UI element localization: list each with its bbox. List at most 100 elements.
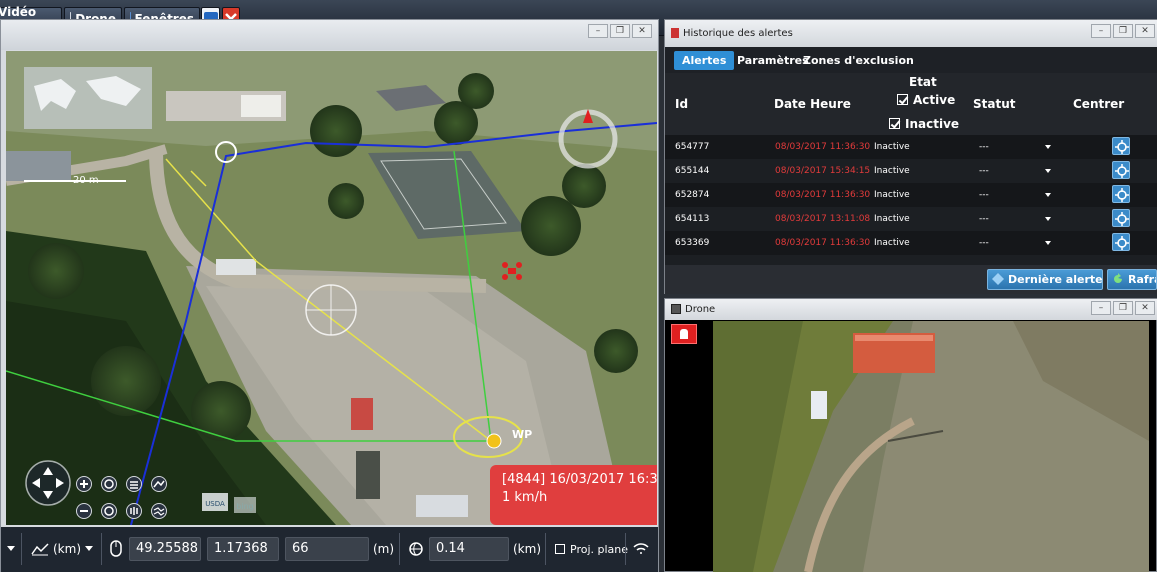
table-row[interactable]: 654777 08/03/2017 11:36:30 Inactive --- <box>665 135 1157 159</box>
crosshair-icon <box>1115 164 1129 178</box>
chevron-down-icon <box>1045 241 1051 245</box>
close-button[interactable]: ✕ <box>632 24 652 38</box>
map-view[interactable]: USDA bing 20 m WP [4844] 16/03/2017 16:3… <box>6 51 657 525</box>
proj-plane-checkbox[interactable] <box>555 544 565 554</box>
altitude-field[interactable]: 66 <box>285 537 369 561</box>
status-value: --- <box>979 238 989 248</box>
terrain-button[interactable] <box>151 476 167 492</box>
altitude-icon <box>31 543 49 556</box>
layers-button[interactable] <box>126 476 142 492</box>
inactive-checkbox[interactable] <box>889 118 900 129</box>
alerts-restore-button[interactable]: ❐ <box>1113 24 1133 38</box>
signal-button[interactable] <box>633 537 649 561</box>
map-canvas: USDA bing <box>6 51 657 525</box>
table-row[interactable]: 654113 08/03/2017 13:11:08 Inactive --- <box>665 207 1157 231</box>
distance-unit: (km) <box>513 542 542 556</box>
red-container <box>351 398 373 430</box>
cursor-position-icon-wrap <box>109 537 123 561</box>
cell-etat: Inactive <box>874 166 910 176</box>
callout-line2: 1 km/h <box>502 490 548 505</box>
rotate-left-icon <box>104 479 114 489</box>
center-button[interactable] <box>1112 185 1130 203</box>
center-button[interactable] <box>1112 137 1130 155</box>
refresh-label: Rafrai <box>1128 273 1156 286</box>
chevron-down-icon <box>1045 217 1051 221</box>
altitude-unit-select[interactable]: (km) <box>31 537 94 561</box>
vehicles <box>216 259 256 275</box>
crosshair-icon <box>1115 188 1129 202</box>
white-vehicle <box>811 391 827 419</box>
alerts-history-window: Historique des alertes – ❐ ✕ Alertes Par… <box>664 19 1157 294</box>
last-alert-button[interactable]: Dernière alerte <box>987 269 1103 290</box>
altitude-unit-label: (km) <box>53 542 82 556</box>
drone-window-titlebar: Drone – ❐ ✕ <box>665 299 1157 320</box>
cell-date: 08/03/2017 15:34:15 <box>775 166 871 176</box>
status-select[interactable]: --- <box>979 189 1051 202</box>
table-row-partial <box>665 255 1157 265</box>
globe-distance-icon <box>409 542 423 556</box>
tab-zones-exclusion[interactable]: Zones d'exclusion <box>795 51 922 70</box>
status-select[interactable]: --- <box>979 237 1051 250</box>
record-button[interactable] <box>671 324 697 344</box>
crosshair-icon <box>1115 236 1129 250</box>
zoom-in-button[interactable] <box>76 476 92 492</box>
tree <box>521 196 581 256</box>
active-checkbox[interactable] <box>897 94 908 105</box>
status-select[interactable]: --- <box>979 213 1051 226</box>
last-alert-label: Dernière alerte <box>1008 273 1103 286</box>
center-button[interactable] <box>1112 161 1130 179</box>
tree <box>91 346 161 416</box>
drone-minimize-button[interactable]: – <box>1091 301 1111 315</box>
header-statut[interactable]: Statut <box>973 97 1016 111</box>
cell-etat: Inactive <box>874 238 910 248</box>
filter-inactive[interactable]: Inactive <box>889 117 959 131</box>
drone-restore-button[interactable]: ❐ <box>1113 301 1133 315</box>
drone-window-title: Drone <box>685 304 716 315</box>
filter-active[interactable]: Active <box>897 93 955 107</box>
alert-window-icon <box>671 28 679 38</box>
proj-plane-toggle[interactable]: Proj. plane <box>555 537 628 561</box>
header-date[interactable]: Date Heure <box>774 97 851 111</box>
latitude-field[interactable]: 49.25588 <box>129 537 201 561</box>
drone-window-icon <box>671 304 681 314</box>
alerts-minimize-button[interactable]: – <box>1091 24 1111 38</box>
center-button[interactable] <box>1112 233 1130 251</box>
callout-line1: [4844] 16/03/2017 16:32: <box>502 472 657 487</box>
drone-close-button[interactable]: ✕ <box>1135 301 1155 315</box>
alerts-close-button[interactable]: ✕ <box>1135 24 1155 38</box>
distance-icon-wrap <box>407 537 425 561</box>
white-truck <box>416 495 468 517</box>
chevron-down-icon <box>1045 193 1051 197</box>
proj-plane-label: Proj. plane <box>570 542 629 556</box>
wifi-icon <box>633 543 649 554</box>
tab-alertes[interactable]: Alertes <box>674 51 735 70</box>
status-select[interactable]: --- <box>979 141 1051 154</box>
rotate-left-button[interactable] <box>101 476 117 492</box>
cell-id: 654777 <box>675 142 710 152</box>
status-select[interactable]: --- <box>979 165 1051 178</box>
table-row[interactable]: 655144 08/03/2017 15:34:15 Inactive --- <box>665 159 1157 183</box>
minimize-button[interactable]: – <box>588 24 608 38</box>
building-white <box>241 95 281 117</box>
telemetry-callout: [4844] 16/03/2017 16:32: 1 km/h <box>490 465 657 525</box>
usda-logo-text: USDA <box>205 500 225 508</box>
drone-video-feed <box>713 321 1149 572</box>
tilt-button[interactable] <box>126 503 142 519</box>
header-id[interactable]: Id <box>675 97 688 111</box>
toolbar-dropdown-arrow[interactable] <box>7 537 15 561</box>
cell-id: 654113 <box>675 214 710 224</box>
table-row[interactable]: 652874 08/03/2017 11:36:30 Inactive --- <box>665 183 1157 207</box>
rotate-right-button[interactable] <box>101 503 117 519</box>
center-button[interactable] <box>1112 209 1130 227</box>
alerts-window-title: Historique des alertes <box>683 28 793 39</box>
refresh-button[interactable]: Rafrai <box>1107 269 1157 290</box>
restore-button[interactable]: ❐ <box>610 24 630 38</box>
distance-field[interactable]: 0.14 <box>429 537 509 561</box>
table-row[interactable]: 653369 08/03/2017 11:36:30 Inactive --- <box>665 231 1157 255</box>
longitude-field[interactable]: 1.17368 <box>207 537 279 561</box>
cell-date: 08/03/2017 11:36:30 <box>775 190 871 200</box>
zoom-out-button[interactable] <box>76 503 92 519</box>
header-centrer[interactable]: Centrer <box>1073 97 1124 111</box>
building-west <box>6 151 71 181</box>
relief-button[interactable] <box>151 503 167 519</box>
